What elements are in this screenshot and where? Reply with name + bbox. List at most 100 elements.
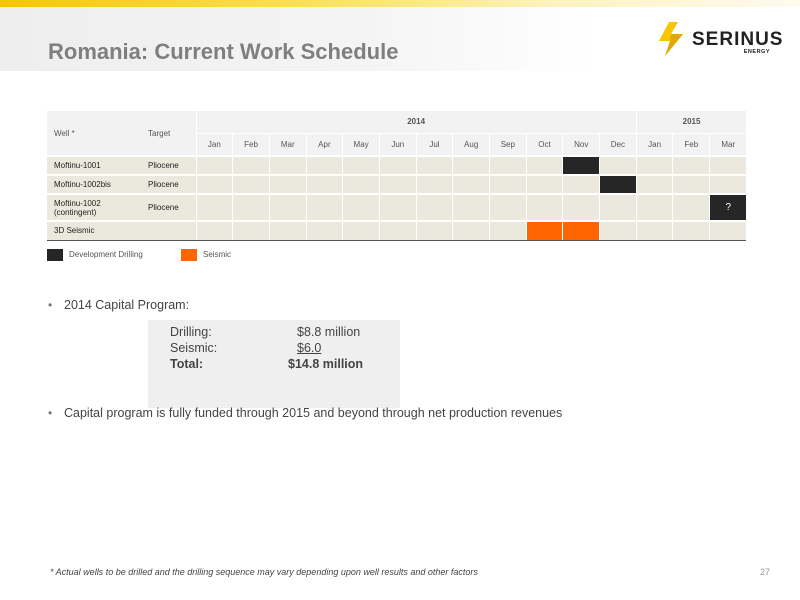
legend-seismic: Seismic [181,249,231,261]
schedule-cell [635,174,673,194]
schedule-cell [452,220,490,241]
schedule-cell [342,155,380,175]
schedule-cell [342,174,380,194]
schedule-cell [489,155,527,175]
serinus-logo-icon [659,22,683,56]
schedule-cell [232,155,270,175]
company-logo: SERINUS ENERGY [656,22,782,58]
schedule-cell [195,220,233,241]
schedule-cell [672,155,710,175]
logo-subtitle: ENERGY [743,49,770,55]
month-header-mar: Mar [709,132,747,156]
schedule-cell [452,193,490,221]
schedule-cell [452,174,490,194]
month-header-jun: Jun [378,132,417,156]
total-label: Total: [170,357,204,371]
month-header-jan: Jan [635,132,673,156]
schedule-cell [232,174,270,194]
drilling-bar [562,155,600,175]
month-header-aug: Aug [452,132,490,156]
schedule-cell [635,155,673,175]
schedule-cell [525,193,563,221]
legend-drilling: Development Drilling [47,249,143,261]
year-header-2015: 2015 [635,111,747,133]
schedule-cell [709,174,747,194]
schedule-cell [232,193,270,221]
bullet-capital-program: • 2014 Capital Program: [48,298,189,312]
schedule-cell [672,174,710,194]
schedule-cell [305,193,343,221]
schedule-cell [672,220,710,241]
well-target: Pliocene [141,174,196,194]
schedule-cell [268,193,307,221]
well-name: Moftinu-1001 [47,155,141,175]
schedule-cell [599,155,637,175]
schedule-cell [525,174,563,194]
bullet-funding: • Capital program is fully funded through… [48,406,562,420]
drilling-label: Drilling: [170,325,212,339]
schedule-cell [415,155,453,175]
month-header-dec: Dec [599,132,637,156]
schedule-cell [415,174,453,194]
month-header-oct: Oct [525,132,563,156]
legend-seismic-swatch [181,249,197,261]
schedule-cell [635,220,673,241]
schedule-cell [635,193,673,221]
schedule-cell [268,220,307,241]
top-accent-bar [0,0,800,7]
well-target [141,220,196,241]
footnote: * Actual wells to be drilled and the dri… [50,567,478,577]
drilling-bar: ? [709,193,747,221]
schedule-cell [342,220,380,241]
schedule-cell [305,174,343,194]
schedule-row: Moftinu-1002 (contingent) Pliocene? [47,193,747,221]
drilling-bar [599,174,637,194]
month-header-sep: Sep [489,132,527,156]
page-number: 27 [759,567,770,577]
drilling-value: $8.8 million [297,325,361,339]
schedule-cell [599,193,637,221]
schedule-cell [489,220,527,241]
month-header-may: May [342,132,380,156]
year-header-row: Well * Target 2014 2015 [47,111,747,156]
schedule-cell [195,193,233,221]
schedule-cell [268,174,307,194]
legend-seismic-label: Seismic [203,250,232,260]
well-name: Moftinu-1002bis [47,174,141,194]
schedule-cell [305,155,343,175]
schedule-row: Moftinu-1002bis Pliocene [47,174,747,194]
well-target: Pliocene [141,193,196,221]
month-header-jul: Jul [415,132,453,156]
well-target: Pliocene [141,155,196,175]
month-header-apr: Apr [305,132,343,156]
schedule-cell [562,174,600,194]
schedule-cell [378,155,417,175]
month-header-feb: Feb [232,132,270,156]
year-header-2014: 2014 [195,111,637,133]
well-name: Moftinu-1002 (contingent) [47,193,141,221]
slide-title: Romania: Current Work Schedule [48,39,399,64]
schedule-cell [232,220,270,241]
month-header-mar: Mar [268,132,307,156]
schedule-cell [415,220,453,241]
schedule-cell [672,193,710,221]
schedule-cell [525,155,563,175]
bullet-dot-icon: • [48,298,53,312]
schedule-cell [195,174,233,194]
legend-drilling-label: Development Drilling [69,250,143,260]
schedule-cell [599,220,637,241]
schedule-cell [452,155,490,175]
schedule-cell [415,193,453,221]
header-well: Well * [47,111,141,156]
schedule-cell [342,193,380,221]
work-schedule-table: Well * Target 2014 2015 Jan Feb Mar Apr May Jun Ju… [47,111,747,241]
month-header-nov: Nov [562,132,600,156]
seismic-bar [525,220,563,241]
schedule-cell [489,174,527,194]
bullet-text: Capital program is fully funded through … [64,406,563,420]
header-target: Target [141,111,196,156]
schedule-row: 3D Seismic [47,220,747,241]
schedule-cell [378,174,417,194]
month-header-feb: Feb [672,132,710,156]
schedule-cell [489,193,527,221]
